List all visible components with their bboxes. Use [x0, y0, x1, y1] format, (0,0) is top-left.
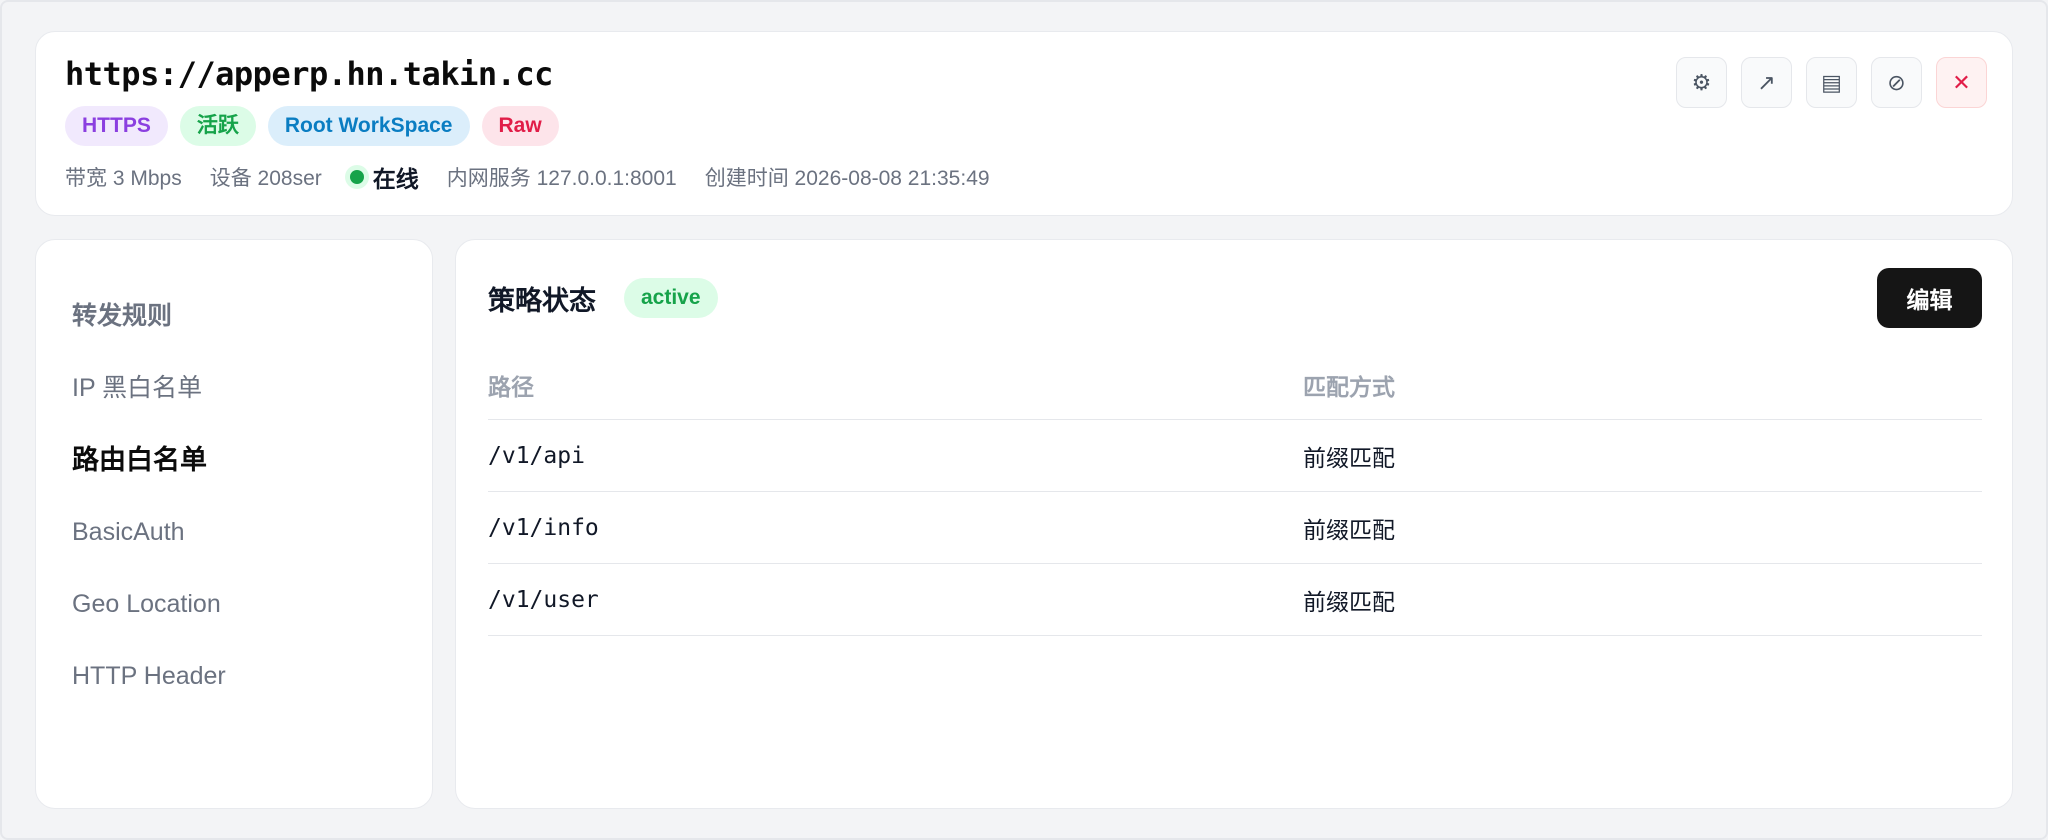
arrow-up-right-icon: ↗: [1757, 69, 1776, 95]
disable-button[interactable]: ⊘: [1871, 57, 1922, 108]
route-path: /v1/info: [488, 514, 599, 541]
policy-detail-panel: 策略状态 active 编辑 路径 匹配方式 /v1/api 前缀匹配 /v1/…: [455, 239, 2013, 809]
online-label: 在线: [372, 166, 419, 192]
table-row: /v1/user 前缀匹配: [488, 564, 1982, 636]
tunnel-url: https://apperp.hn.takin.cc: [65, 55, 553, 93]
ban-icon: ⊘: [1887, 69, 1906, 95]
route-match-type: 前缀匹配: [1303, 444, 1395, 471]
protocol-badge: HTTPS: [65, 106, 168, 146]
column-header-path: 路径: [488, 373, 534, 400]
sidebar-item-route-whitelist[interactable]: 路由白名单: [72, 424, 412, 496]
table-row: /v1/info 前缀匹配: [488, 492, 1982, 564]
header-actions: ⚙ ↗ ▤ ⊘ ✕: [1676, 57, 1987, 108]
tunnel-meta: 带宽 3 Mbps 设备 208ser 在线 内网服务 127.0.0.1:80…: [65, 160, 1018, 194]
route-match-type: 前缀匹配: [1303, 516, 1395, 543]
route-match-type: 前缀匹配: [1303, 588, 1395, 615]
table-row: /v1/api 前缀匹配: [488, 420, 1982, 492]
mode-badge: Raw: [481, 106, 559, 146]
online-dot-icon: [349, 170, 364, 184]
settings-button[interactable]: ⚙: [1676, 57, 1727, 108]
online-status: 在线: [349, 160, 419, 194]
sidebar-item-geo-location[interactable]: Geo Location: [72, 568, 412, 640]
sidebar-item-ip-list[interactable]: IP 黑白名单: [72, 352, 412, 424]
route-path: /v1/api: [488, 442, 585, 469]
column-header-match: 匹配方式: [1303, 373, 1395, 400]
created-time-info: 创建时间 2026-08-08 21:35:49: [704, 167, 990, 190]
route-table: 路径 匹配方式 /v1/api 前缀匹配 /v1/info 前缀匹配 /v1/u…: [488, 350, 1982, 636]
workspace-badge: Root WorkSpace: [267, 106, 470, 146]
device-info: 设备 208ser: [209, 167, 322, 190]
table-header: 路径 匹配方式: [488, 350, 1982, 420]
close-icon: ✕: [1952, 69, 1971, 95]
policy-nav: 转发规则 IP 黑白名单 路由白名单 BasicAuth Geo Locatio…: [72, 280, 412, 712]
policy-sidebar: 转发规则 IP 黑白名单 路由白名单 BasicAuth Geo Locatio…: [35, 239, 433, 809]
logs-button[interactable]: ▤: [1806, 57, 1857, 108]
internal-service-info: 内网服务 127.0.0.1:8001: [446, 167, 677, 190]
edit-button[interactable]: 编辑: [1877, 268, 1982, 328]
delete-button[interactable]: ✕: [1936, 57, 1987, 108]
policy-status-badge: active: [624, 278, 718, 318]
route-path: /v1/user: [488, 586, 599, 613]
list-icon: ▤: [1821, 69, 1842, 95]
tunnel-badges: HTTPS 活跃 Root WorkSpace Raw: [65, 106, 559, 146]
gear-icon: ⚙: [1691, 69, 1712, 95]
sidebar-item-forward-rules[interactable]: 转发规则: [72, 280, 412, 352]
sidebar-item-basicauth[interactable]: BasicAuth: [72, 496, 412, 568]
tunnel-header-card: https://apperp.hn.takin.cc HTTPS 活跃 Root…: [35, 31, 2013, 216]
state-badge: 活跃: [179, 106, 256, 146]
policy-status-title: 策略状态: [488, 286, 596, 316]
open-external-button[interactable]: ↗: [1741, 57, 1792, 108]
bandwidth-info: 带宽 3 Mbps: [65, 167, 182, 190]
sidebar-item-http-header[interactable]: HTTP Header: [72, 640, 412, 712]
